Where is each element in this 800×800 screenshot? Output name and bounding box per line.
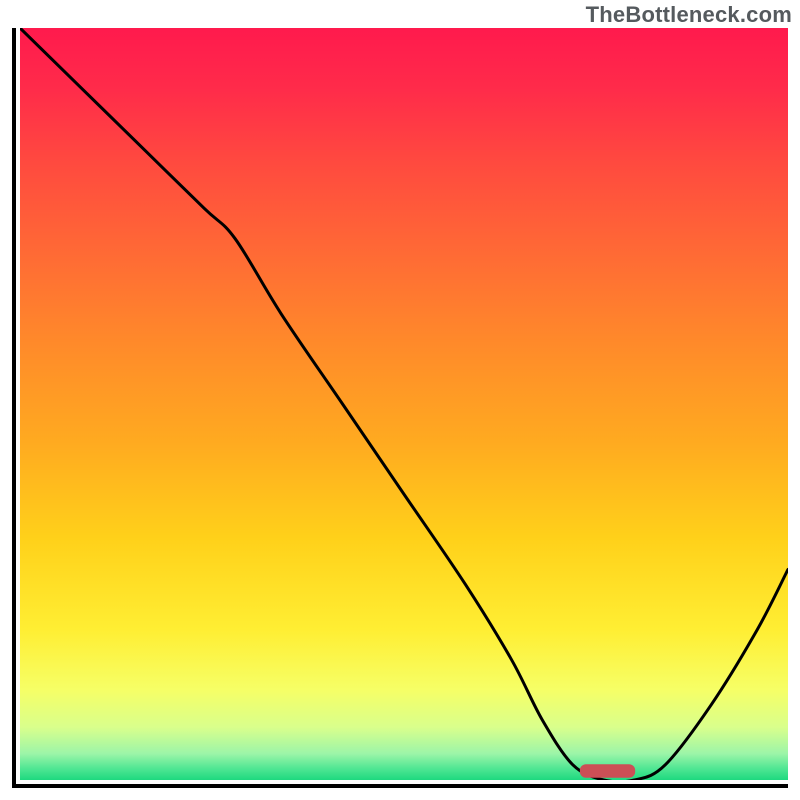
plot-axes <box>12 28 788 788</box>
plot-area <box>20 28 788 780</box>
watermark-text: TheBottleneck.com <box>586 2 792 28</box>
optimal-range-marker <box>20 28 788 780</box>
chart-frame: TheBottleneck.com <box>0 0 800 800</box>
